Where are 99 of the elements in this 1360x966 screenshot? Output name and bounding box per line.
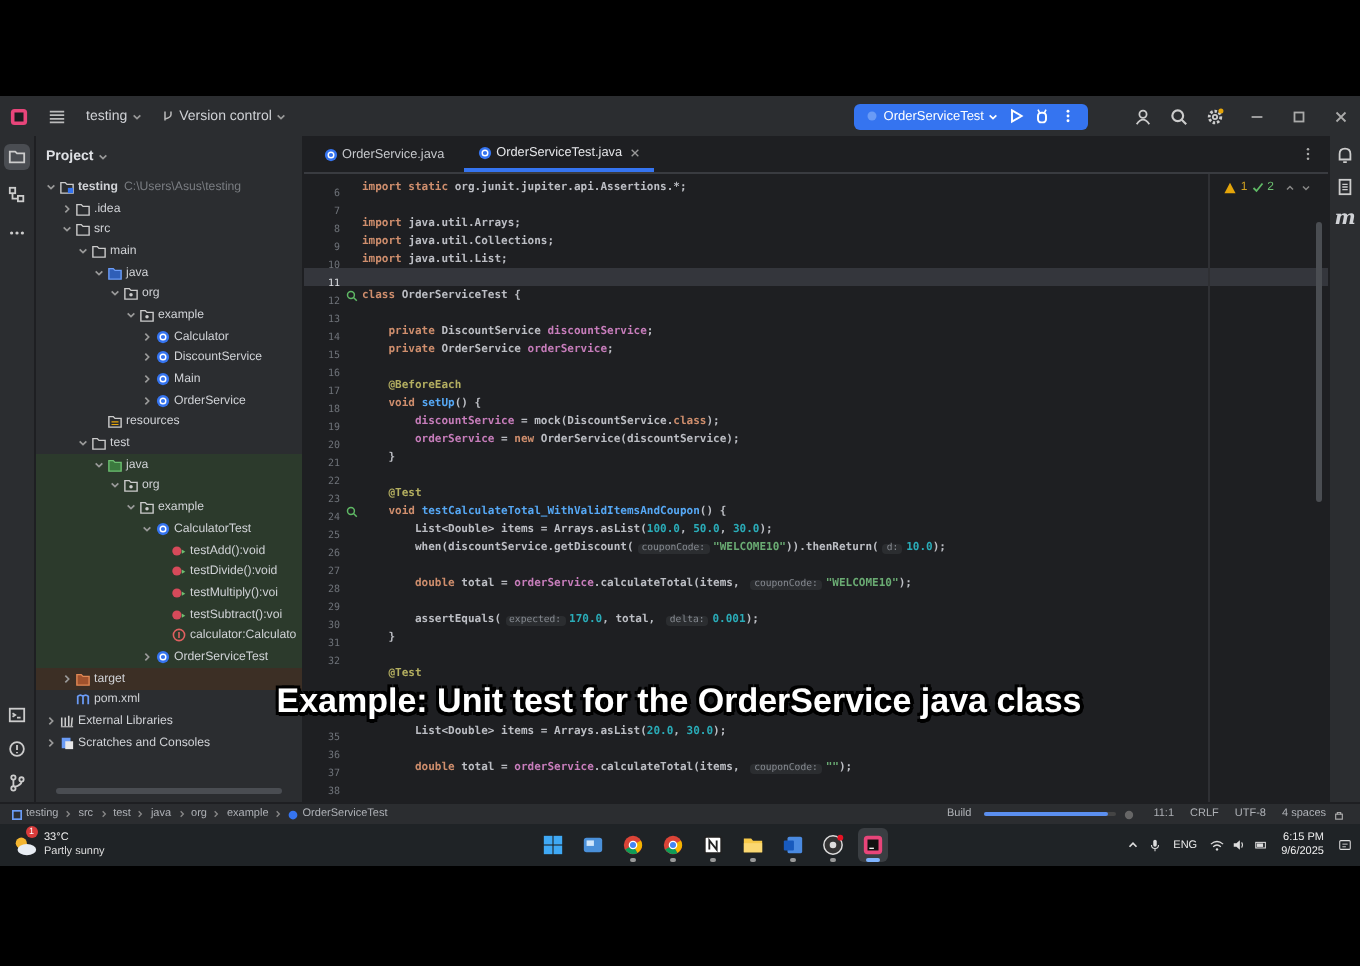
run-icon[interactable] — [1008, 108, 1024, 124]
chevron-down-icon[interactable] — [78, 245, 88, 256]
test-method-icon — [172, 607, 186, 622]
document-app-icon — [781, 834, 803, 856]
chevron-right-icon[interactable] — [46, 716, 56, 727]
settings-icon[interactable] — [1206, 107, 1224, 125]
chevron-down-icon[interactable] — [78, 438, 88, 449]
running-indicator — [709, 858, 715, 861]
weather-icon[interactable] — [12, 832, 38, 858]
chevron-right-icon[interactable] — [142, 374, 152, 385]
resources-folder-icon — [108, 414, 122, 429]
document-icon[interactable] — [1336, 178, 1354, 196]
chevron-right-icon[interactable] — [142, 651, 152, 662]
run-test-icon[interactable] — [345, 289, 357, 301]
notes-app-icon — [701, 834, 723, 856]
search-icon[interactable] — [1170, 107, 1188, 125]
circle-icon — [865, 110, 878, 122]
chevron-right-icon[interactable] — [142, 352, 152, 363]
chevron-down-icon[interactable] — [1300, 182, 1312, 194]
microphone-icon[interactable] — [1147, 838, 1162, 852]
folder-icon — [60, 179, 74, 194]
class-icon — [156, 521, 170, 536]
module-icon — [12, 809, 22, 819]
running-indicator — [629, 858, 635, 861]
chevron-down-icon[interactable] — [110, 288, 120, 299]
package-icon — [140, 500, 154, 515]
maximize-icon[interactable] — [1290, 107, 1308, 125]
running-indicator — [789, 858, 795, 861]
caret-icon — [275, 111, 286, 121]
folder-icon — [76, 671, 90, 686]
running-indicator — [829, 858, 835, 861]
chevron-right-icon[interactable] — [62, 673, 72, 684]
test-method-icon — [172, 585, 186, 600]
chevron-right-icon[interactable] — [142, 395, 152, 406]
close-tab-icon[interactable] — [630, 147, 641, 157]
maven-tool-button[interactable]: m — [1334, 210, 1356, 230]
running-indicator — [669, 858, 675, 861]
close-icon[interactable] — [1332, 107, 1350, 125]
chevron-right-icon[interactable] — [142, 331, 152, 342]
caret-icon — [97, 151, 108, 161]
widgets-icon — [581, 834, 603, 856]
class-icon — [288, 809, 299, 819]
check-icon[interactable] — [1251, 182, 1264, 194]
structure-icon — [8, 186, 26, 204]
scratches-icon — [60, 735, 74, 750]
package-icon — [124, 478, 138, 493]
field-icon — [172, 628, 186, 643]
project-tool-button[interactable] — [4, 144, 30, 170]
class-icon — [156, 649, 170, 664]
caret-icon — [988, 111, 998, 121]
browser-icon — [621, 834, 643, 856]
debug-icon[interactable] — [1034, 108, 1050, 124]
chevron-down-icon[interactable] — [110, 480, 120, 491]
warning-icon[interactable] — [1224, 182, 1237, 194]
terminal-icon[interactable] — [8, 706, 26, 724]
notifications-icon[interactable] — [1336, 146, 1354, 164]
chevron-down-icon[interactable] — [142, 523, 152, 534]
chevron-down-icon[interactable] — [94, 267, 104, 278]
running-indicator — [865, 858, 879, 861]
browser-icon — [661, 834, 683, 856]
test-method-icon — [172, 543, 186, 558]
wifi-icon[interactable] — [1209, 838, 1224, 852]
menu-icon[interactable] — [48, 107, 66, 125]
run-test-icon[interactable] — [345, 505, 357, 517]
scrollbar-thumb[interactable] — [1316, 222, 1322, 502]
notifications-icon[interactable] — [1338, 838, 1352, 852]
class-icon — [324, 147, 338, 161]
chevron-right-icon[interactable] — [62, 203, 72, 214]
problems-icon[interactable] — [8, 740, 26, 758]
libraries-icon — [60, 714, 74, 729]
app-logo-icon[interactable] — [10, 107, 28, 125]
chevron-down-icon[interactable] — [94, 459, 104, 470]
git-icon[interactable] — [8, 774, 26, 792]
chevron-right-icon[interactable] — [46, 737, 56, 748]
chevron-down-icon[interactable] — [126, 309, 136, 320]
caret-icon — [131, 111, 142, 121]
battery-icon[interactable] — [1253, 838, 1268, 852]
test-method-icon — [172, 564, 186, 579]
cancel-icon[interactable] — [1123, 809, 1134, 819]
chevron-up-icon[interactable] — [1125, 838, 1140, 852]
folder-icon — [741, 834, 763, 856]
chevron-down-icon[interactable] — [126, 502, 136, 513]
chevron-down-icon[interactable] — [62, 224, 72, 235]
windows-icon — [541, 834, 563, 856]
package-icon — [124, 286, 138, 301]
running-indicator — [749, 858, 755, 861]
lock-icon[interactable] — [1334, 809, 1344, 819]
folder-icon — [8, 148, 26, 166]
recorder-icon — [821, 834, 843, 856]
chevron-down-icon[interactable] — [46, 181, 56, 192]
class-icon — [478, 145, 493, 159]
structure-tool-button[interactable] — [4, 182, 30, 208]
branch-icon — [161, 110, 174, 122]
maven-file-icon — [76, 692, 90, 707]
volume-icon[interactable] — [1231, 838, 1246, 852]
package-icon — [140, 307, 154, 322]
user-icon[interactable] — [1134, 107, 1152, 125]
taskbar-app[interactable] — [857, 828, 887, 862]
ide-app-icon — [861, 834, 883, 856]
